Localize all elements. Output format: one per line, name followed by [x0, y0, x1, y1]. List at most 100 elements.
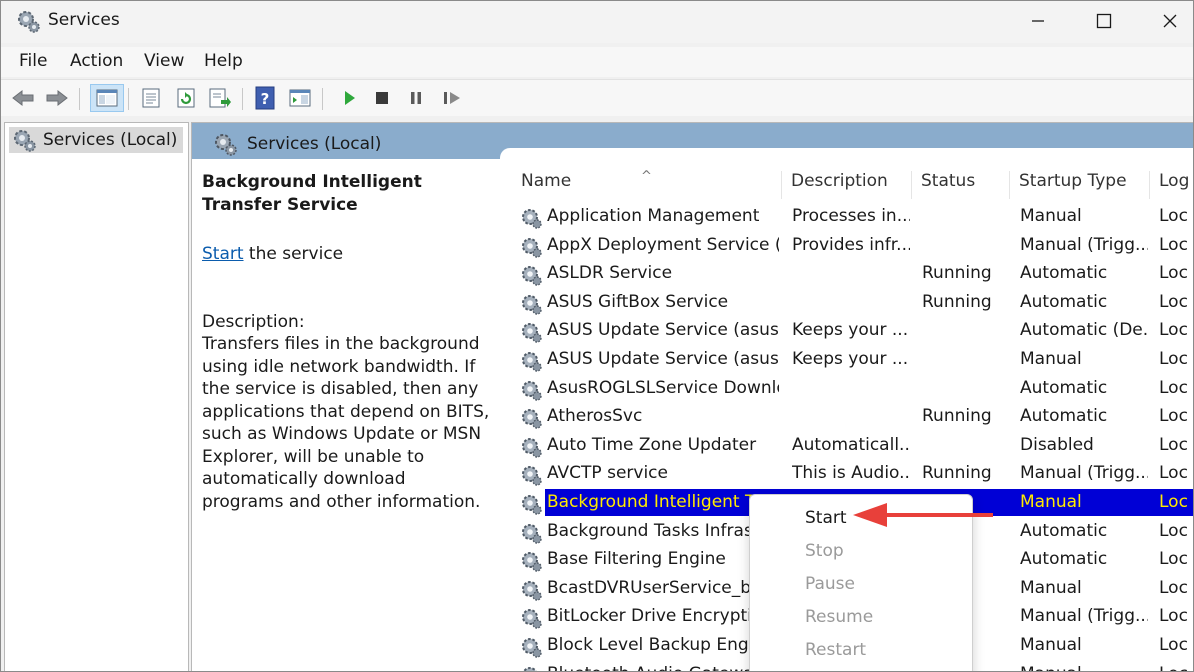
service-row[interactable]: ASUS GiftBox Service Running Automatic Loc — [513, 289, 1193, 318]
menu-file[interactable]: File — [19, 51, 47, 71]
stop-service-button[interactable] — [369, 85, 395, 111]
forward-arrow-icon — [46, 89, 68, 107]
service-row[interactable]: AsusROGLSLService Downlo... Automatic Loc — [513, 375, 1193, 404]
context-menu-resume[interactable]: Resume — [805, 607, 873, 627]
service-startup-type: Manual — [1020, 664, 1148, 671]
pane-title: Services (Local) — [247, 134, 382, 154]
services-window: Services File Action View Help ? Service… — [0, 0, 1194, 672]
service-row[interactable]: Application Management Processes in... Man… — [513, 203, 1193, 232]
pause-service-button[interactable] — [403, 85, 429, 111]
context-menu-restart[interactable]: Restart — [805, 640, 866, 660]
service-row[interactable]: ASUS Update Service (asusm) Keeps your ..… — [513, 346, 1193, 375]
service-name: Background Intelligent Tra — [547, 492, 771, 512]
toolbar-separator — [79, 88, 80, 110]
service-startup-type: Automatic — [1020, 406, 1108, 427]
annotation-arrow-icon — [853, 503, 993, 527]
back-button[interactable] — [10, 85, 36, 111]
service-startup-type: Manual — [1020, 349, 1082, 369]
service-startup-type: Manual (Trigg... — [1020, 234, 1148, 255]
properties-button[interactable] — [138, 85, 164, 111]
service-log-on-as: Loc — [1159, 664, 1193, 671]
service-status: Running — [922, 291, 992, 312]
gear-icon — [519, 664, 543, 671]
column-header-name[interactable]: ^ Name — [513, 169, 782, 199]
toolbar-separator — [242, 88, 243, 110]
service-row[interactable]: ASUS Update Service (asus) Keeps your ...… — [513, 317, 1193, 346]
column-header-description[interactable]: Description — [783, 171, 912, 199]
export-list-button[interactable] — [207, 85, 233, 111]
sort-ascending-icon: ^ — [641, 169, 652, 184]
context-menu-stop[interactable]: Stop — [805, 541, 844, 561]
description-label: Description: — [202, 311, 305, 332]
service-log-on-as: Loc — [1159, 463, 1188, 484]
service-description: Keeps your ... — [792, 320, 909, 341]
service-status: Running — [922, 463, 992, 484]
service-name: Block Level Backup Engine — [547, 635, 775, 655]
service-log-on-as: Loc — [1159, 263, 1188, 284]
service-name: Background Tasks Infrastru — [547, 520, 778, 541]
minimize-icon — [1032, 20, 1044, 22]
maximize-icon — [1096, 13, 1112, 29]
column-header-startup-type[interactable]: Startup Type — [1011, 171, 1150, 199]
help-button[interactable]: ? — [252, 85, 278, 111]
service-status: Running — [922, 263, 992, 284]
column-header-status[interactable]: Status — [913, 171, 1010, 199]
service-description: Keeps your ... — [792, 349, 909, 369]
service-status: Running — [922, 406, 992, 427]
service-startup-type: Disabled — [1020, 434, 1094, 455]
column-header-log-on-as[interactable]: Log — [1151, 171, 1193, 199]
start-service-link[interactable]: Start — [202, 244, 244, 264]
pane-header: Services (Local) — [192, 123, 1193, 162]
tree-item-label: Services (Local) — [43, 130, 178, 150]
context-menu-start[interactable]: Start — [805, 508, 847, 528]
tree-item-services-local[interactable]: Services (Local) — [9, 127, 184, 153]
service-name: AsusROGLSLService Downlo... — [547, 377, 779, 398]
toolbar-separator — [322, 88, 323, 110]
export-list-icon — [209, 88, 231, 108]
service-log-on-as: Loc — [1159, 549, 1188, 570]
service-row[interactable]: AppX Deployment Service (A... Provides in… — [513, 232, 1193, 261]
service-row[interactable]: Auto Time Zone Updater Automaticall... Dis… — [513, 432, 1193, 461]
service-row[interactable]: ASLDR Service Running Automatic Loc — [513, 260, 1193, 289]
service-row[interactable]: AVCTP service This is Audio... Running Manu… — [513, 460, 1193, 489]
service-log-on-as: Loc — [1159, 520, 1188, 541]
title-bar: Services — [1, 1, 1193, 43]
stop-icon — [376, 92, 388, 104]
back-arrow-icon — [12, 89, 34, 107]
service-log-on-as: Loc — [1159, 377, 1188, 398]
service-name: AVCTP service — [547, 463, 668, 484]
play-icon — [345, 91, 355, 105]
description-text: Transfers files in the background using … — [202, 334, 490, 512]
service-startup-type: Automatic — [1020, 549, 1108, 570]
show-action-pane-button[interactable] — [287, 85, 313, 111]
refresh-button[interactable] — [173, 85, 199, 111]
menu-bar: File Action View Help — [1, 47, 1193, 77]
service-name: Auto Time Zone Updater — [547, 434, 757, 455]
maximize-button[interactable] — [1071, 1, 1137, 41]
minimize-button[interactable] — [1005, 1, 1071, 41]
service-log-on-as: Loc — [1159, 434, 1188, 455]
services-pane: Services (Local) Background Intelligent … — [191, 122, 1193, 671]
menu-action[interactable]: Action — [70, 51, 123, 71]
toolbar: ? — [1, 79, 1193, 116]
service-row[interactable]: AtherosSvc Running Automatic Loc — [513, 403, 1193, 432]
service-log-on-as: Loc — [1159, 320, 1188, 341]
service-startup-type: Automatic (De... — [1020, 320, 1148, 341]
service-log-on-as: Loc — [1159, 291, 1188, 312]
service-name: Application Management — [547, 206, 760, 226]
service-name: Base Filtering Engine — [547, 549, 726, 570]
menu-view[interactable]: View — [144, 51, 184, 71]
forward-button[interactable] — [44, 85, 70, 111]
menu-help[interactable]: Help — [204, 51, 243, 71]
service-name: ASLDR Service — [547, 263, 673, 284]
svg-text:?: ? — [261, 90, 270, 108]
close-button[interactable] — [1137, 1, 1193, 41]
services-gear-icon — [212, 132, 238, 161]
show-hide-console-tree-button[interactable] — [90, 84, 124, 112]
context-menu-pause[interactable]: Pause — [805, 574, 855, 594]
service-name: BcastDVRUserService_b36c — [547, 577, 779, 598]
service-name: AppX Deployment Service (A... — [547, 234, 779, 255]
services-gear-icon — [15, 8, 41, 39]
start-service-button[interactable] — [336, 85, 362, 111]
restart-service-button[interactable] — [439, 85, 465, 111]
